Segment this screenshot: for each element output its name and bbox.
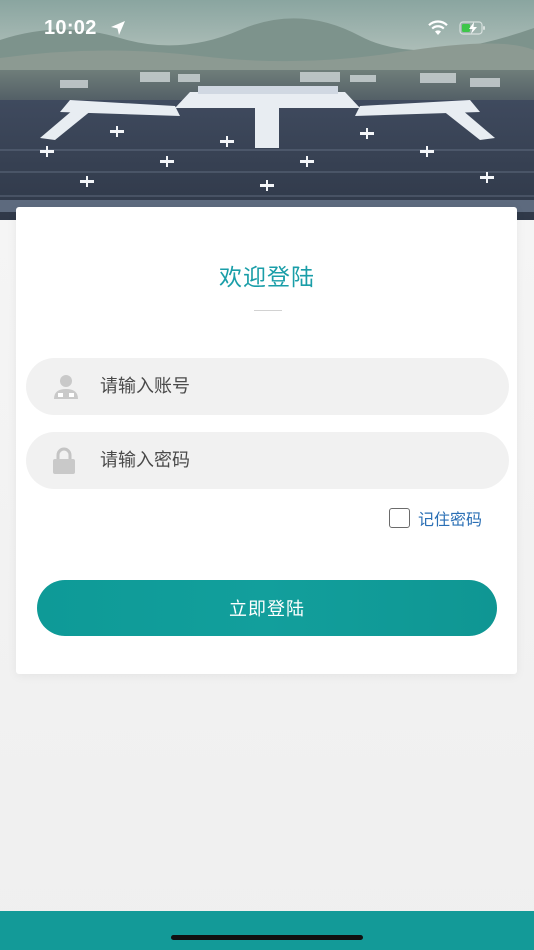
remember-password-checkbox[interactable] xyxy=(389,508,410,528)
login-button[interactable]: 立即登陆 xyxy=(37,580,497,636)
status-bar: 10:02 xyxy=(0,0,534,58)
password-field[interactable] xyxy=(26,432,509,489)
location-arrow-icon xyxy=(110,20,126,40)
status-time: 10:02 xyxy=(44,17,97,39)
remember-password-toggle[interactable]: 记住密码 xyxy=(389,507,482,529)
password-input[interactable] xyxy=(100,432,480,489)
login-screen: 10:02 欢迎登陆 请输入账号 记住密码 立即登陆 xyxy=(0,0,534,950)
title-divider xyxy=(254,310,282,311)
bottom-bar xyxy=(0,911,534,950)
page-title: 欢迎登陆 xyxy=(219,265,315,291)
account-field[interactable] xyxy=(26,358,509,415)
home-indicator xyxy=(171,935,363,940)
wifi-icon xyxy=(427,20,449,40)
user-icon xyxy=(50,373,82,405)
lock-icon xyxy=(50,447,78,479)
remember-password-label[interactable]: 记住密码 xyxy=(418,506,482,530)
battery-charging-icon xyxy=(459,20,487,40)
account-input[interactable] xyxy=(100,358,480,415)
